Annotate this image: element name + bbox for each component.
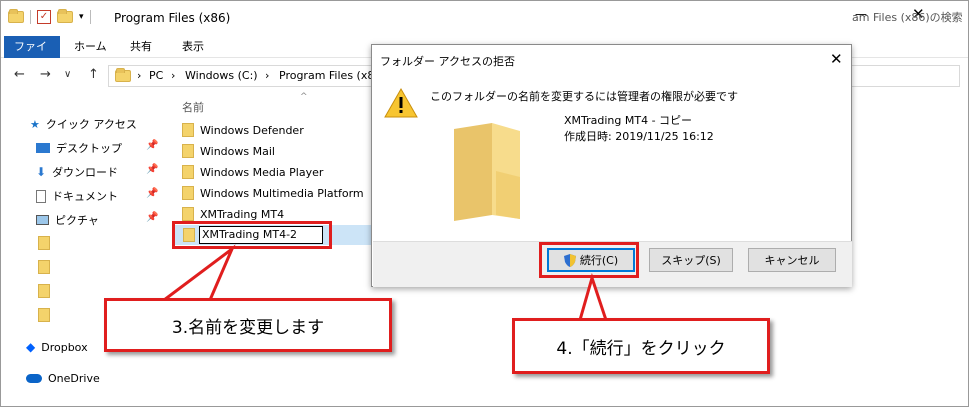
callout-continue: 4.「続行」をクリック — [512, 318, 770, 374]
callout-rename-text: 3.名前を変更します — [171, 317, 325, 338]
explorer-window: ✓ ▾ Program Files (x86) — ✕ ファイル ホーム 共有 … — [0, 0, 969, 407]
callout-continue-text: 4.「続行」をクリック — [556, 338, 726, 359]
callout-rename: 3.名前を変更します — [104, 298, 392, 352]
